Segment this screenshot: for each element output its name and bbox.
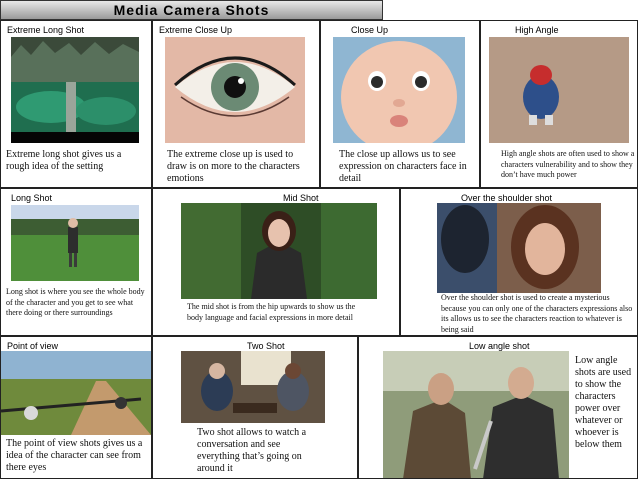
- panel-description: The close up allows us to see expression…: [339, 149, 467, 184]
- panel-label: Long Shot: [11, 193, 53, 203]
- panel-label: Over the shoulder shot: [461, 193, 553, 203]
- panel-label: Close Up: [351, 25, 389, 35]
- panel-label: Extreme Close Up: [159, 25, 233, 35]
- photo-high-angle: [489, 37, 629, 143]
- panel-description: The extreme close up is used to draw is …: [167, 149, 300, 184]
- panel-low-angle: Low angle shot Low angle shots are used …: [358, 336, 638, 479]
- photo-close-up: [333, 37, 465, 143]
- panel-description: Extreme long shot gives us a rough idea …: [6, 149, 122, 172]
- panel-over-the-shoulder: Over the shoulder shot Over the shoulder…: [400, 188, 638, 336]
- photo-low-angle: [383, 351, 569, 478]
- panel-description: The point of view shots gives us a idea …: [6, 438, 143, 473]
- panel-description: Low angle shots are used to show the cha…: [575, 355, 632, 450]
- panel-extreme-close-up: Extreme Close Up The extreme close up is…: [152, 20, 320, 188]
- panel-long-shot: Long Shot Long shot is where you see the…: [0, 188, 152, 336]
- photo-long-shot: [11, 205, 139, 281]
- panel-description: Over the shoulder shot is used to create…: [441, 293, 633, 334]
- photo-extreme-long-shot: [11, 37, 139, 143]
- panel-high-angle: High Angle High angle shots are often us…: [480, 20, 638, 188]
- panel-label: Low angle shot: [469, 341, 530, 351]
- panel-two-shot: Two Shot Two shot allows to watch a conv…: [152, 336, 358, 479]
- page-title: Media Camera Shots: [0, 0, 383, 20]
- panel-label: High Angle: [515, 25, 559, 35]
- panel-description: Long shot is where you see the whole bod…: [6, 287, 145, 317]
- panel-description: Two shot allows to watch a conversation …: [197, 427, 307, 474]
- panel-description: The mid shot is from the hip upwards to …: [187, 302, 356, 322]
- photo-over-the-shoulder: [437, 203, 601, 293]
- photo-extreme-close-up: [165, 37, 305, 143]
- panel-extreme-long-shot: Extreme Long Shot Extreme long shot give…: [0, 20, 152, 188]
- panel-label: Point of view: [7, 341, 59, 351]
- photo-two-shot: [181, 351, 325, 423]
- panel-label: Extreme Long Shot: [7, 25, 85, 35]
- panel-mid-shot: Mid Shot The mid shot is from the hip up…: [152, 188, 400, 336]
- panel-label: Mid Shot: [283, 193, 319, 203]
- photo-point-of-view: [1, 351, 151, 435]
- photo-mid-shot: [181, 203, 377, 299]
- panel-description: High angle shots are often used to show …: [501, 149, 635, 179]
- panel-close-up: Close Up The close up allows us to see e…: [320, 20, 480, 188]
- panel-label: Two Shot: [247, 341, 285, 351]
- panel-point-of-view: Point of view The point of view shots gi…: [0, 336, 152, 479]
